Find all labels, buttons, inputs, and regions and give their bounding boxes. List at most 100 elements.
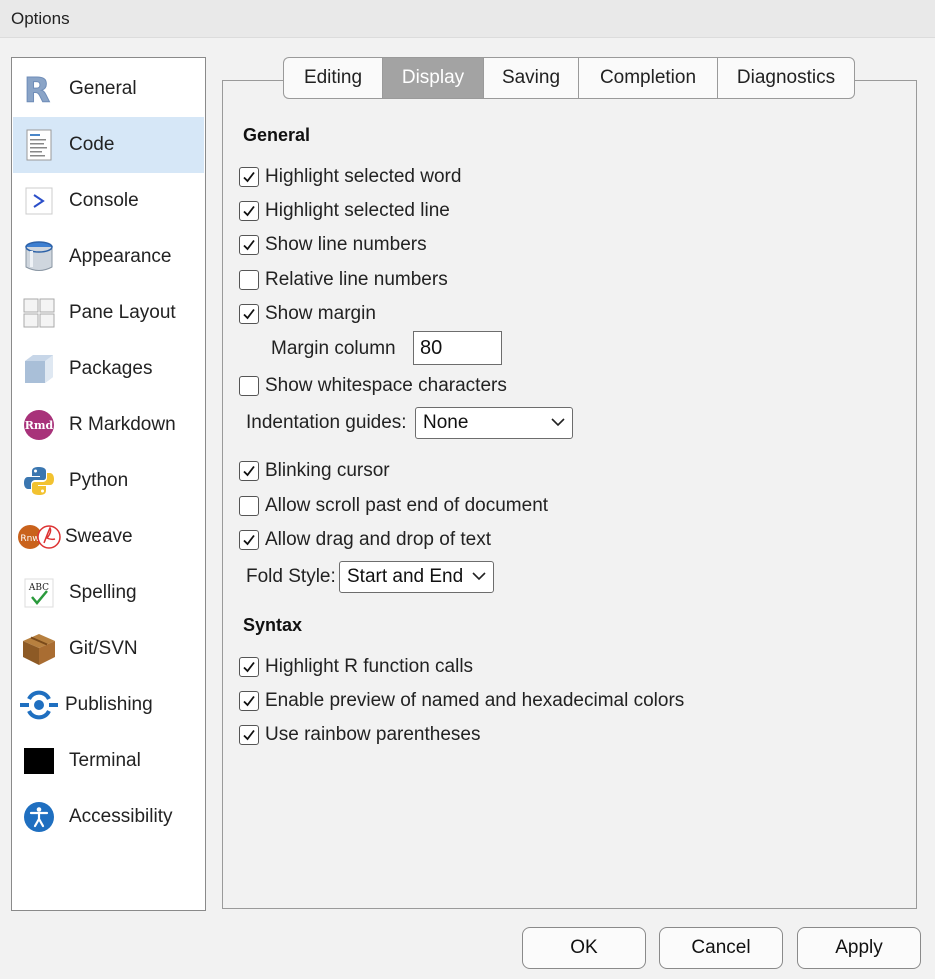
sidebar-item-sweave[interactable]: Rnw Sweave: [13, 509, 204, 565]
option-blinking-cursor[interactable]: Blinking cursor: [239, 459, 390, 483]
option-label: Highlight selected line: [265, 200, 450, 221]
option-label: Allow drag and drop of text: [265, 529, 492, 550]
option-highlight-selected-line[interactable]: Highlight selected line: [239, 199, 450, 223]
ok-button[interactable]: OK: [522, 927, 646, 969]
checkbox[interactable]: [239, 201, 259, 221]
publishing-icon: [17, 687, 61, 723]
sidebar-item-general[interactable]: R General: [13, 61, 204, 117]
sidebar-item-label: Git/SVN: [69, 638, 138, 659]
option-show-whitespace[interactable]: Show whitespace characters: [239, 374, 507, 398]
select-value: Start and End: [347, 566, 464, 587]
check-icon: [243, 729, 255, 741]
tab-bar: Editing Display Saving Completion Diagno…: [283, 57, 855, 99]
sidebar-item-code[interactable]: Code: [13, 117, 204, 173]
svg-text:R: R: [24, 72, 50, 106]
paint-bucket-icon: [21, 239, 57, 275]
sidebar-item-label: Pane Layout: [69, 302, 176, 323]
option-allow-scroll-past-end[interactable]: Allow scroll past end of document: [239, 494, 548, 518]
select-value: None: [423, 412, 469, 433]
checkbox[interactable]: [239, 496, 259, 516]
sidebar-item-label: Python: [69, 470, 129, 491]
sidebar-item-label: Appearance: [69, 246, 172, 267]
section-title-syntax: Syntax: [243, 615, 303, 635]
margin-column-label: Margin column: [271, 338, 396, 359]
tab-completion[interactable]: Completion: [578, 57, 717, 99]
sidebar-item-label: Code: [69, 134, 115, 155]
apply-button[interactable]: Apply: [797, 927, 921, 969]
check-icon: [243, 695, 255, 707]
option-show-margin[interactable]: Show margin: [239, 302, 376, 326]
option-relative-line-numbers[interactable]: Relative line numbers: [239, 268, 448, 292]
indentation-guides-label: Indentation guides:: [246, 412, 407, 433]
sidebar-item-label: Console: [69, 190, 139, 211]
check-icon: [243, 465, 255, 477]
checkbox[interactable]: [239, 304, 259, 324]
option-allow-drag-and-drop[interactable]: Allow drag and drop of text: [239, 528, 491, 552]
python-logo-icon: [21, 463, 57, 499]
option-label: Blinking cursor: [265, 460, 390, 481]
r-logo-icon: R: [21, 71, 57, 107]
checkbox[interactable]: [239, 657, 259, 677]
chevron-down-icon: [551, 418, 565, 427]
sidebar-item-git-svn[interactable]: Git/SVN: [13, 621, 204, 677]
option-label: Show line numbers: [265, 234, 427, 255]
sidebar-item-label: General: [69, 78, 137, 99]
option-highlight-selected-word[interactable]: Highlight selected word: [239, 165, 461, 189]
option-label: Show whitespace characters: [265, 375, 507, 396]
check-icon: [243, 205, 255, 217]
tab-editing[interactable]: Editing: [283, 57, 382, 99]
options-sidebar: R General Code Console Appearance Pane L…: [11, 57, 206, 911]
sidebar-item-pane-layout[interactable]: Pane Layout: [13, 285, 204, 341]
checkbox[interactable]: [239, 376, 259, 396]
checkbox[interactable]: [239, 167, 259, 187]
window-title: Options: [0, 0, 935, 38]
sidebar-item-label: Publishing: [65, 694, 153, 715]
sidebar-item-label: Packages: [69, 358, 153, 379]
option-label: Enable preview of named and hexadecimal …: [265, 690, 685, 711]
margin-column-input[interactable]: 80: [413, 331, 502, 365]
checkbox[interactable]: [239, 461, 259, 481]
sidebar-item-publishing[interactable]: Publishing: [13, 677, 204, 733]
section-title-general: General: [243, 125, 311, 145]
checkbox[interactable]: [239, 725, 259, 745]
option-enable-color-preview[interactable]: Enable preview of named and hexadecimal …: [239, 689, 684, 713]
sidebar-item-spelling[interactable]: ABC Spelling: [13, 565, 204, 621]
option-show-line-numbers[interactable]: Show line numbers: [239, 233, 427, 257]
spelling-abc-icon: ABC: [21, 575, 57, 611]
terminal-icon: [21, 743, 57, 779]
fold-style-label: Fold Style:: [246, 566, 336, 587]
indentation-guides-select[interactable]: None: [415, 407, 573, 439]
console-prompt-icon: [21, 183, 57, 219]
check-icon: [243, 171, 255, 183]
sidebar-item-r-markdown[interactable]: Rmd R Markdown: [13, 397, 204, 453]
fold-style-select[interactable]: Start and End: [339, 561, 494, 593]
option-label: Highlight selected word: [265, 166, 462, 187]
option-label: Use rainbow parentheses: [265, 724, 481, 745]
sidebar-item-label: Spelling: [69, 582, 137, 603]
sidebar-item-packages[interactable]: Packages: [13, 341, 204, 397]
tab-display[interactable]: Display: [382, 57, 483, 99]
option-label: Show margin: [265, 303, 376, 324]
sidebar-item-console[interactable]: Console: [13, 173, 204, 229]
sidebar-item-python[interactable]: Python: [13, 453, 204, 509]
checkbox[interactable]: [239, 530, 259, 550]
code-document-icon: [21, 127, 57, 163]
option-highlight-r-function-calls[interactable]: Highlight R function calls: [239, 655, 473, 679]
sidebar-item-terminal[interactable]: Terminal: [13, 733, 204, 789]
sidebar-item-appearance[interactable]: Appearance: [13, 229, 204, 285]
checkbox[interactable]: [239, 235, 259, 255]
option-label: Relative line numbers: [265, 269, 448, 290]
tab-diagnostics[interactable]: Diagnostics: [717, 57, 855, 99]
sidebar-item-label: Sweave: [65, 526, 133, 547]
sidebar-item-label: Terminal: [69, 750, 141, 771]
sidebar-item-accessibility[interactable]: Accessibility: [13, 789, 204, 845]
svg-text:Rnw: Rnw: [20, 534, 39, 544]
cancel-button[interactable]: Cancel: [659, 927, 783, 969]
package-box-icon: [21, 351, 57, 387]
pane-layout-icon: [21, 295, 57, 331]
tab-saving[interactable]: Saving: [483, 57, 578, 99]
checkbox[interactable]: [239, 691, 259, 711]
checkbox[interactable]: [239, 270, 259, 290]
check-icon: [243, 308, 255, 320]
option-rainbow-parentheses[interactable]: Use rainbow parentheses: [239, 723, 480, 747]
